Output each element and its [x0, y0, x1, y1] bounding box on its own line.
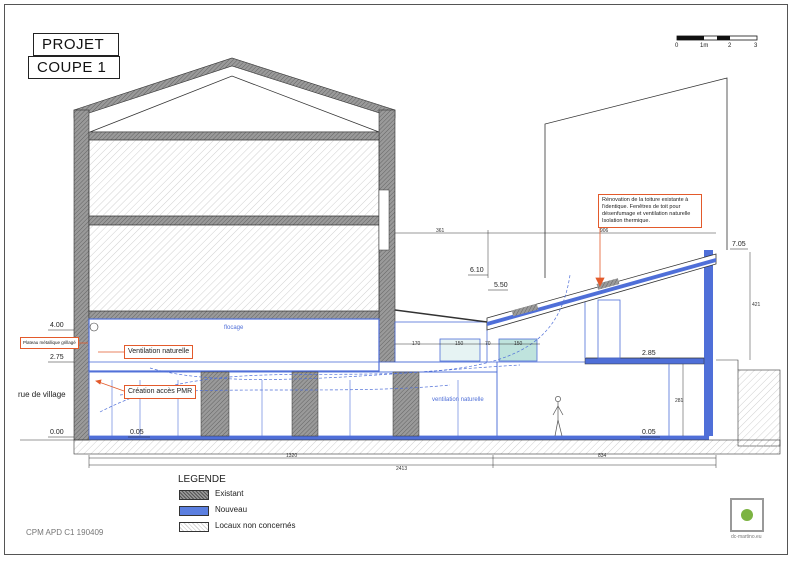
neighbour-outline — [544, 77, 728, 278]
exterior-stairs — [716, 359, 781, 447]
leaf-icon — [741, 509, 753, 521]
scale-label-3: 3 — [754, 43, 758, 49]
ground — [73, 439, 781, 455]
dim-2413: 2413 — [396, 466, 408, 472]
person-figure — [552, 396, 564, 437]
dim-150-a: 150 — [455, 341, 464, 347]
level-550: 5.50 — [494, 282, 508, 289]
logo-caption: dc-martino.eu — [731, 534, 762, 540]
level-705: 7.05 — [732, 241, 746, 248]
dim-170: 170 — [412, 341, 421, 347]
dim-1320: 1320 — [286, 453, 298, 459]
legend-label-nouveau: Nouveau — [215, 505, 248, 514]
dim-834: 834 — [598, 453, 607, 459]
existing-building — [73, 57, 396, 441]
level-000: 0.00 — [50, 429, 64, 436]
dim-906: 906 — [600, 228, 609, 234]
vent-opening-icon — [89, 322, 99, 332]
dim-70: 70 — [485, 341, 491, 347]
level-285: 2.85 — [642, 350, 656, 357]
scale-label-2: 2 — [728, 43, 732, 49]
callout-plateau: Plateau métallique grillagé — [20, 337, 79, 349]
legend-label-existant: Existant — [215, 489, 244, 498]
dim-421: 421 — [752, 302, 761, 308]
new-roof — [486, 253, 717, 331]
document-reference: CPM APD C1 190409 — [26, 528, 104, 537]
callout-ventilation: Ventilation naturelle — [124, 345, 194, 359]
title-projet: PROJET — [33, 33, 119, 56]
legend-swatch-non-concernes — [179, 522, 209, 532]
scale-label-1: 1m — [700, 43, 709, 49]
callout-renovation: Rénovation de la toiture existante à l'i… — [598, 194, 702, 228]
scale-label-0: 0 — [675, 43, 679, 49]
dim-150-b: 150 — [514, 341, 523, 347]
legend-label-non-concernes: Locaux non concernés — [215, 521, 296, 530]
company-logo — [730, 498, 764, 532]
ventilation-label: ventilation naturelle — [432, 397, 484, 403]
scale-bar — [676, 35, 758, 41]
level-400: 4.00 — [50, 322, 64, 329]
section-drawing — [20, 35, 781, 468]
level-005-left: 0.05 — [130, 429, 144, 436]
callout-pmr: Création accès PMR — [124, 385, 197, 399]
flocage-label: flocage — [224, 325, 244, 331]
street-label: rue de village — [18, 390, 66, 399]
dim-281: 281 — [675, 398, 684, 404]
dim-361: 361 — [436, 228, 445, 234]
legend-swatch-existant — [179, 490, 209, 500]
level-275: 2.75 — [50, 354, 64, 361]
level-610: 6.10 — [470, 267, 484, 274]
level-005-right: 0.05 — [642, 429, 656, 436]
legend-swatch-nouveau — [179, 506, 209, 516]
title-coupe: COUPE 1 — [28, 56, 120, 79]
legend-title: LEGENDE — [178, 474, 226, 485]
